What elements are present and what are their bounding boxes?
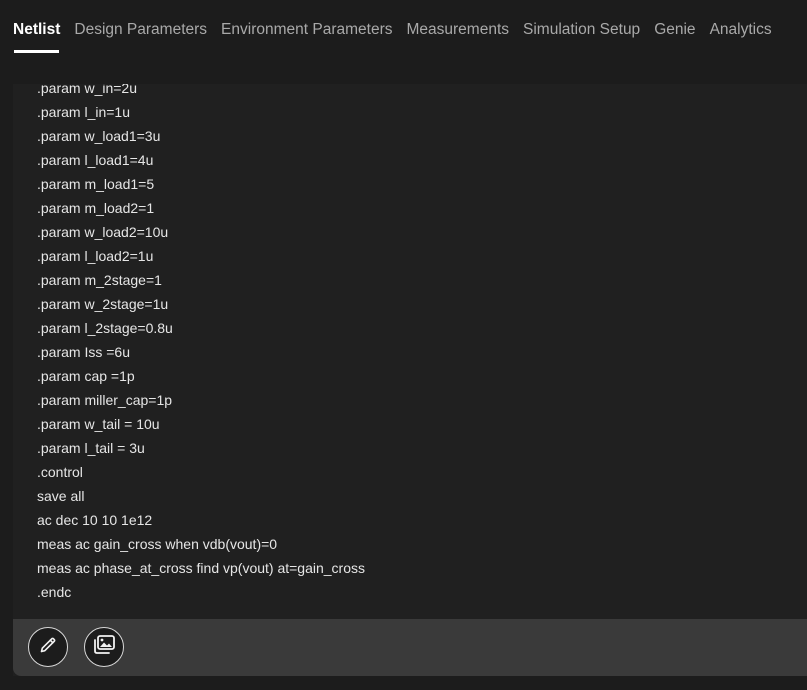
netlist-line: .param w_tail = 10u: [37, 416, 160, 432]
netlist-line: .param w_load2=10u: [37, 224, 169, 240]
netlist-line: .param w_load1=3u: [37, 128, 161, 144]
netlist-line: .param l_in=1u: [37, 104, 131, 120]
netlist-line: .control: [37, 464, 83, 480]
tab-design-parameters[interactable]: Design Parameters: [74, 19, 207, 55]
tab-simulation-setup[interactable]: Simulation Setup: [523, 19, 640, 55]
tab-environment-parameters[interactable]: Environment Parameters: [221, 19, 392, 55]
netlist-line: .param l_load1=4u: [37, 152, 154, 168]
netlist-line: .endc: [37, 584, 72, 600]
tab-netlist[interactable]: Netlist: [13, 19, 60, 55]
tab-genie[interactable]: Genie: [654, 19, 695, 55]
netlist-line: meas ac gain_cross when vdb(vout)=0: [37, 536, 278, 552]
images-icon: [92, 634, 116, 661]
pencil-icon: [38, 635, 58, 660]
tab-analytics[interactable]: Analytics: [710, 19, 772, 55]
netlist-line: .param Iss =6u: [37, 344, 130, 360]
netlist-line: .param m_load1=5: [37, 176, 155, 192]
netlist-line: .param w_in=2u: [37, 84, 138, 96]
tab-list: Netlist Design Parameters Environment Pa…: [13, 19, 786, 55]
edit-button[interactable]: [28, 627, 68, 667]
images-button[interactable]: [84, 627, 124, 667]
netlist-line: .param l_load2=1u: [37, 248, 154, 264]
netlist-line: .param l_tail = 3u: [37, 440, 145, 456]
action-footer: [13, 619, 807, 676]
netlist-line: ac dec 10 10 1e12: [37, 512, 153, 528]
netlist-line: meas ac phase_at_cross find vp(vout) at=…: [37, 560, 366, 576]
netlist-line: .param m_2stage=1: [37, 272, 162, 288]
netlist-line: .param cap =1p: [37, 368, 135, 384]
netlist-lines: .param w_in=2u .param l_in=1u .param w_l…: [37, 84, 365, 604]
netlist-line: .param miller_cap=1p: [37, 392, 173, 408]
netlist-panel: .param w_in=2u .param l_in=1u .param w_l…: [13, 84, 807, 676]
netlist-line: .param m_load2=1: [37, 200, 155, 216]
tab-measurements[interactable]: Measurements: [406, 19, 509, 55]
netlist-line: save all: [37, 488, 85, 504]
netlist-line: .param w_2stage=1u: [37, 296, 169, 312]
tab-bar: Netlist Design Parameters Environment Pa…: [0, 0, 807, 72]
netlist-code-view[interactable]: .param w_in=2u .param l_in=1u .param w_l…: [13, 84, 807, 619]
netlist-line: .param l_2stage=0.8u: [37, 320, 173, 336]
